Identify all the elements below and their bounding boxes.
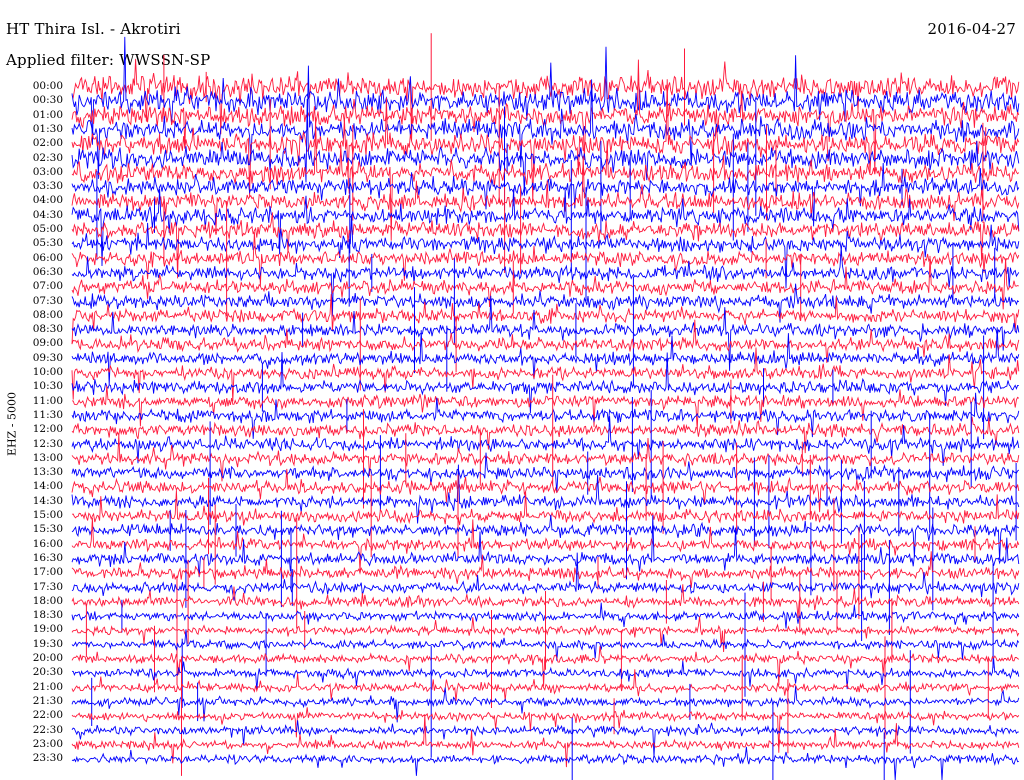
time-label: 05:30 xyxy=(32,237,63,250)
time-label: 04:30 xyxy=(32,208,63,221)
time-label: 03:00 xyxy=(32,165,63,178)
time-label: 22:30 xyxy=(32,723,63,736)
trace-line xyxy=(71,319,1020,363)
time-label: 08:00 xyxy=(32,308,63,321)
time-label: 06:30 xyxy=(32,265,63,278)
trace-line xyxy=(71,720,1019,757)
time-label: 02:00 xyxy=(32,137,63,150)
time-label: 09:30 xyxy=(32,351,63,364)
time-label: 23:00 xyxy=(32,737,63,750)
time-label: 08:30 xyxy=(32,323,63,336)
time-label: 15:30 xyxy=(32,523,63,536)
time-label: 10:30 xyxy=(32,380,63,393)
time-label: 14:30 xyxy=(32,494,63,507)
time-label: 13:00 xyxy=(32,451,63,464)
seismogram-plot xyxy=(71,33,1020,780)
trace-line xyxy=(71,490,1020,526)
time-label: 21:30 xyxy=(32,694,63,707)
time-label: 04:00 xyxy=(32,194,63,207)
time-label: 18:00 xyxy=(32,594,63,607)
time-label: 01:30 xyxy=(32,122,63,135)
time-label: 18:30 xyxy=(32,609,63,622)
time-label: 11:00 xyxy=(32,394,63,407)
time-label: 00:00 xyxy=(32,80,63,92)
time-label: 23:30 xyxy=(32,752,63,765)
time-label: 20:00 xyxy=(32,652,63,664)
time-label: 12:00 xyxy=(32,423,63,436)
time-label: 17:30 xyxy=(32,580,63,593)
time-label: 22:00 xyxy=(32,709,63,722)
trace-line xyxy=(71,551,1020,588)
time-label: 19:00 xyxy=(32,623,63,636)
time-label: 02:30 xyxy=(32,151,63,164)
time-label: 05:00 xyxy=(32,223,63,235)
time-label: 01:00 xyxy=(32,108,63,121)
time-label: 16:00 xyxy=(32,537,63,550)
time-label: 06:00 xyxy=(32,251,63,264)
trace-line xyxy=(71,347,1020,402)
time-label: 21:00 xyxy=(32,680,63,693)
time-label: 07:30 xyxy=(32,294,63,307)
time-label: 16:30 xyxy=(32,551,63,564)
time-label: 00:30 xyxy=(32,94,63,107)
time-label: 11:30 xyxy=(32,408,63,421)
time-label: 20:30 xyxy=(32,666,63,679)
time-label: 07:00 xyxy=(32,280,63,293)
time-label: 13:30 xyxy=(32,466,63,479)
time-label: 19:30 xyxy=(32,637,63,650)
time-label: 03:30 xyxy=(32,180,63,193)
trace-line xyxy=(71,514,1020,560)
trace-line xyxy=(71,468,1020,513)
trace-line xyxy=(71,59,1020,175)
time-label: 17:00 xyxy=(32,566,63,579)
time-label: 09:00 xyxy=(32,337,63,350)
time-label: 12:30 xyxy=(32,437,63,450)
trace-line xyxy=(72,385,1020,431)
time-label: 14:00 xyxy=(32,480,63,493)
trace-line xyxy=(71,232,1020,286)
trace-line xyxy=(71,746,1019,780)
time-label: 10:00 xyxy=(32,366,63,378)
time-label: 15:00 xyxy=(32,509,63,521)
